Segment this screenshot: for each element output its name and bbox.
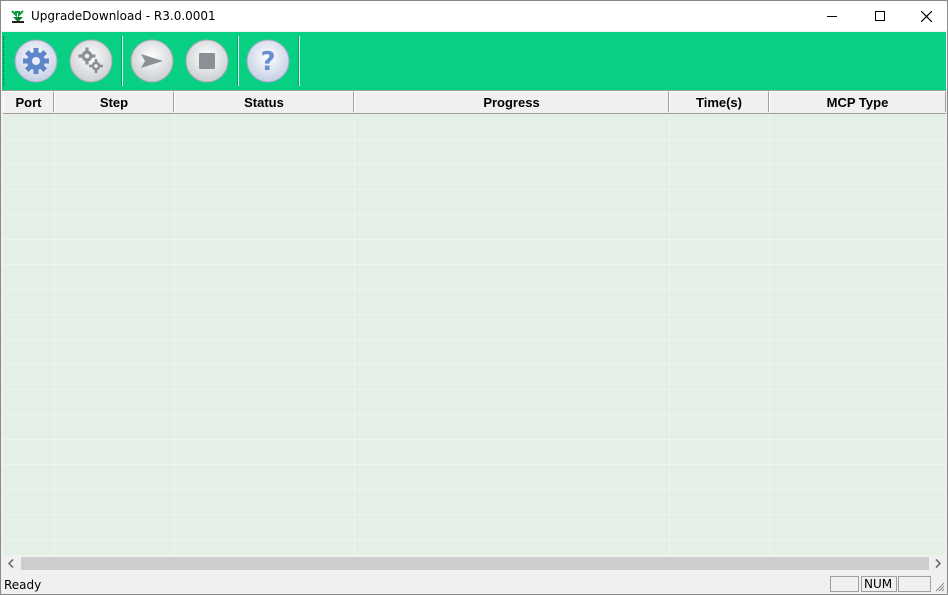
status-pane-caps: [830, 576, 859, 592]
grid-line: [3, 189, 946, 190]
help-glyph: ?: [260, 47, 275, 77]
grid-line: [3, 164, 946, 165]
chevron-right-icon: [935, 559, 941, 568]
scroll-right-button[interactable]: [929, 555, 946, 572]
grid-line: [174, 114, 175, 555]
grid-line: [669, 114, 670, 555]
toolbar-grip[interactable]: [3, 36, 6, 86]
grid-line: [3, 264, 946, 265]
minimize-icon: [827, 16, 837, 17]
status-text: Ready: [4, 578, 42, 592]
column-header-port[interactable]: Port: [3, 91, 54, 112]
grid-line: [54, 114, 55, 555]
status-pane-num: NUM: [861, 576, 897, 592]
grid-line: [3, 389, 946, 390]
grid-line: [3, 364, 946, 365]
column-header-mcp-type[interactable]: MCP Type: [769, 91, 946, 112]
maximize-icon: [875, 11, 885, 21]
status-pane-scrl: [898, 576, 931, 592]
grid-line: [354, 114, 355, 555]
grid-line: [3, 339, 946, 340]
grid-line: [3, 539, 946, 540]
grid-line: [3, 514, 946, 515]
toolbar-separator: [237, 36, 239, 86]
app-window: UpgradeDownload - R3.0.0001 ? Port Step …: [0, 0, 948, 595]
minimize-button[interactable]: [809, 1, 855, 31]
resize-grip-icon[interactable]: [933, 580, 945, 592]
column-header-status[interactable]: Status: [174, 91, 354, 112]
stop-button[interactable]: [185, 39, 229, 83]
list-header: Port Step Status Progress Time(s) MCP Ty…: [3, 91, 946, 114]
grid-line: [3, 414, 946, 415]
toolbar: ?: [2, 32, 946, 91]
grid-line: [769, 114, 770, 555]
list-body[interactable]: [3, 114, 946, 555]
horizontal-scrollbar[interactable]: [3, 555, 946, 572]
column-header-time[interactable]: Time(s): [669, 91, 769, 112]
toolbar-separator: [298, 36, 300, 86]
close-button[interactable]: [903, 1, 947, 31]
app-icon: [11, 10, 24, 23]
title-bar[interactable]: UpgradeDownload - R3.0.0001: [1, 1, 947, 31]
status-bar: Ready NUM: [1, 573, 947, 594]
scrollbar-thumb[interactable]: [21, 557, 929, 570]
window-title: UpgradeDownload - R3.0.0001: [31, 9, 216, 23]
grid-line: [3, 214, 946, 215]
scroll-left-button[interactable]: [3, 555, 20, 572]
stop-square-icon: [185, 39, 229, 83]
settings-button[interactable]: [14, 39, 58, 83]
grid-line: [3, 439, 946, 440]
grid-line: [3, 314, 946, 315]
column-header-progress[interactable]: Progress: [354, 91, 669, 112]
play-arrow-icon: [130, 39, 174, 83]
close-icon: [920, 10, 932, 22]
gear-icon: [14, 39, 58, 83]
grid-line: [3, 239, 946, 240]
start-button[interactable]: [130, 39, 174, 83]
grid-line: [3, 289, 946, 290]
grid-line: [3, 139, 946, 140]
maximize-button[interactable]: [857, 1, 903, 31]
grid-line: [3, 464, 946, 465]
port-list-view[interactable]: Port Step Status Progress Time(s) MCP Ty…: [3, 91, 946, 555]
column-header-step[interactable]: Step: [54, 91, 174, 112]
grid-line: [3, 489, 946, 490]
chevron-left-icon: [8, 559, 14, 568]
question-icon: ?: [246, 39, 290, 83]
advanced-settings-button[interactable]: [69, 39, 113, 83]
help-button[interactable]: ?: [246, 39, 290, 83]
toolbar-separator: [121, 36, 123, 86]
gears-icon: [69, 39, 113, 83]
